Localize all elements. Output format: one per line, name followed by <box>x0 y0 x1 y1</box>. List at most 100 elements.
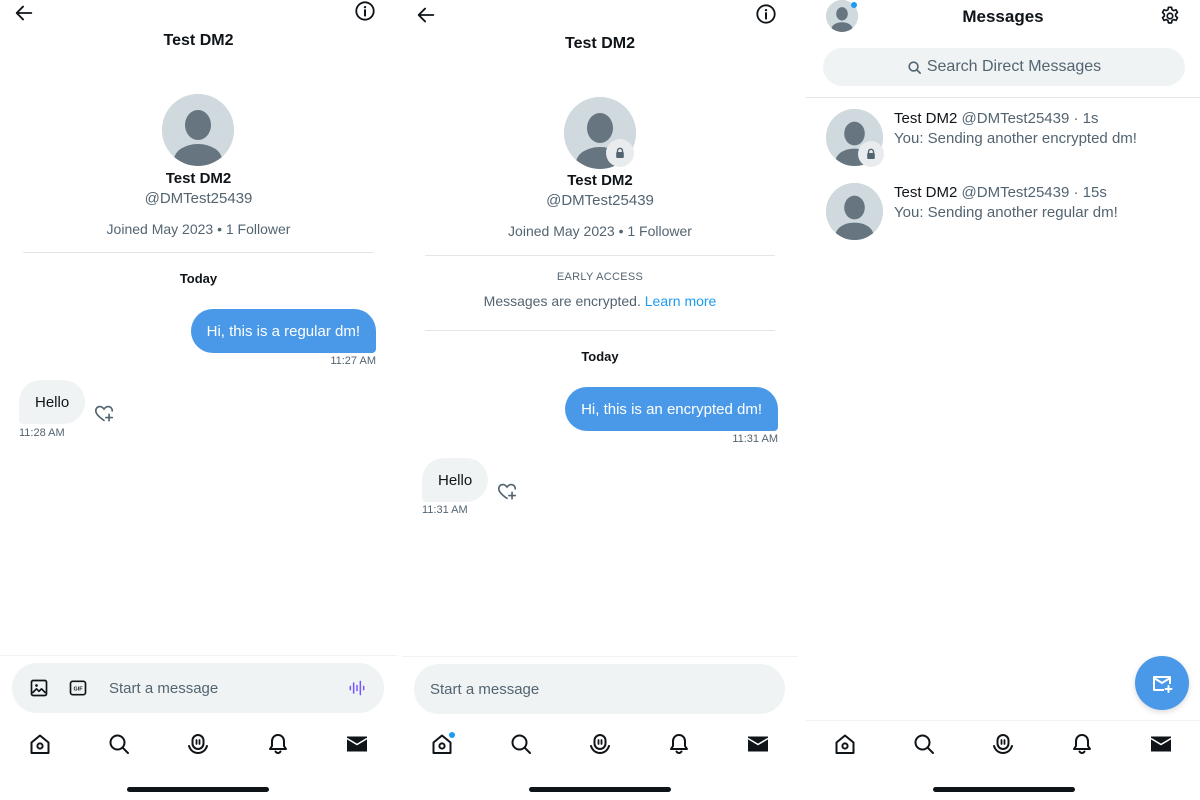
default-profile-icon <box>826 183 883 240</box>
date-label: Today <box>581 349 619 364</box>
tab-search[interactable] <box>904 724 944 764</box>
regular-dm-screen: Test DM2 Test DM2 @DMTest25439 Joined Ma… <box>0 0 397 800</box>
conversation-title: Test DM2 <box>565 35 635 52</box>
messages-icon <box>1149 732 1173 756</box>
message-bubble-received[interactable]: Hello <box>19 380 86 424</box>
arrow-left-icon <box>15 5 33 21</box>
tab-bar <box>402 719 798 769</box>
home-indicator <box>529 787 671 792</box>
message-input[interactable] <box>430 680 785 698</box>
tab-spaces[interactable] <box>983 724 1023 764</box>
heart-plus-icon <box>93 402 115 424</box>
tab-spaces[interactable] <box>580 724 620 764</box>
gear-icon <box>1161 6 1179 24</box>
settings-button[interactable] <box>1157 3 1183 29</box>
avatar[interactable] <box>162 94 234 166</box>
messages-inbox-screen: Messages Search Direct Messages Test DM2… <box>806 0 1200 800</box>
tab-messages[interactable] <box>738 724 778 764</box>
tab-home[interactable] <box>825 724 865 764</box>
search-input[interactable]: Search Direct Messages <box>823 48 1185 86</box>
message-bubble-received[interactable]: Hello <box>422 458 489 502</box>
profile-joined: Joined May 2023 • 1 Follower <box>508 223 692 239</box>
message-composer <box>414 664 785 714</box>
message-bubble-sent[interactable]: Hi, this is a regular dm! <box>190 309 376 353</box>
gif-button[interactable]: GIF <box>67 677 89 699</box>
back-button[interactable] <box>11 0 37 26</box>
message-bubble-sent[interactable]: Hi, this is an encrypted dm! <box>565 387 778 431</box>
search-icon <box>107 732 131 756</box>
image-button[interactable] <box>28 677 50 699</box>
separator: · <box>1073 110 1079 127</box>
search-icon <box>509 732 533 756</box>
gif-icon: GIF <box>69 680 87 696</box>
tab-notifications[interactable] <box>258 724 298 764</box>
divider <box>425 330 775 331</box>
tab-notifications[interactable] <box>659 724 699 764</box>
spaces-icon <box>588 732 612 756</box>
conversation-name: Test DM2 <box>894 184 958 201</box>
conversation-handle: @DMTest25439 <box>961 184 1070 201</box>
conversation-item[interactable]: Test DM2 @DMTest25439 · 15s You: Sending… <box>806 178 1200 252</box>
image-icon <box>30 679 48 697</box>
profile-name[interactable]: Test DM2 <box>402 172 798 189</box>
profile-handle: @DMTest25439 <box>144 190 253 207</box>
tab-messages[interactable] <box>337 724 377 764</box>
search-icon <box>908 60 921 74</box>
page-title: Messages <box>962 7 1044 26</box>
compose-message-icon <box>1153 676 1173 693</box>
tab-search[interactable] <box>501 724 541 764</box>
conversation-handle: @DMTest25439 <box>961 110 1070 127</box>
date-label: Today <box>179 271 218 286</box>
learn-more-link[interactable]: Learn more <box>645 293 717 309</box>
search-icon <box>912 732 936 756</box>
divider <box>0 655 397 656</box>
message-timestamp: 11:27 AM <box>330 355 376 367</box>
svg-text:GIF: GIF <box>73 687 83 693</box>
voice-message-button[interactable] <box>346 677 368 699</box>
divider <box>806 97 1200 98</box>
default-profile-icon <box>162 94 234 166</box>
add-reaction-button[interactable] <box>93 402 115 424</box>
message-timestamp: 11:28 AM <box>19 427 65 439</box>
notifications-icon <box>1070 732 1094 756</box>
message-timestamp: 11:31 AM <box>732 433 778 445</box>
heart-plus-icon <box>496 480 518 502</box>
search-placeholder: Search Direct Messages <box>926 58 1102 75</box>
separator: · <box>1073 184 1079 201</box>
notifications-icon <box>667 732 691 756</box>
divider <box>23 252 374 253</box>
messages-icon <box>345 732 369 756</box>
spaces-icon <box>186 732 210 756</box>
info-button[interactable] <box>352 0 378 24</box>
tab-home[interactable] <box>20 724 60 764</box>
message-input[interactable] <box>109 679 329 697</box>
tab-messages[interactable] <box>1141 724 1181 764</box>
encrypted-dm-screen: Test DM2 Test DM2 @DMTest25439 Joined Ma… <box>402 0 798 800</box>
conversation-preview: You: Sending another regular dm! <box>894 204 1118 221</box>
conversation-header: Test DM2 @DMTest25439 · 1s <box>894 110 1099 127</box>
conversation-name: Test DM2 <box>894 110 958 127</box>
home-icon <box>833 732 857 756</box>
conversation-title: Test DM2 <box>163 32 234 49</box>
add-reaction-button[interactable] <box>496 480 518 502</box>
new-message-button[interactable] <box>1135 656 1189 710</box>
home-indicator <box>933 787 1075 792</box>
tab-notifications[interactable] <box>1062 724 1102 764</box>
profile-joined: Joined May 2023 • 1 Follower <box>106 221 291 237</box>
avatar <box>826 183 883 240</box>
conversation-item[interactable]: Test DM2 @DMTest25439 · 1s You: Sending … <box>806 104 1200 178</box>
info-button[interactable] <box>753 1 779 27</box>
tab-search[interactable] <box>99 724 139 764</box>
home-indicator <box>127 787 269 792</box>
spaces-icon <box>991 732 1015 756</box>
back-button[interactable] <box>413 2 439 28</box>
voice-icon <box>349 680 365 696</box>
conversation-age: 1s <box>1082 110 1099 127</box>
tab-spaces[interactable] <box>178 724 218 764</box>
lock-icon <box>614 147 626 159</box>
divider <box>402 656 798 657</box>
info-icon <box>355 1 375 21</box>
profile-name[interactable]: Test DM2 <box>0 170 397 187</box>
tab-home[interactable] <box>422 724 462 764</box>
conversation-preview: You: Sending another encrypted dm! <box>894 130 1137 147</box>
